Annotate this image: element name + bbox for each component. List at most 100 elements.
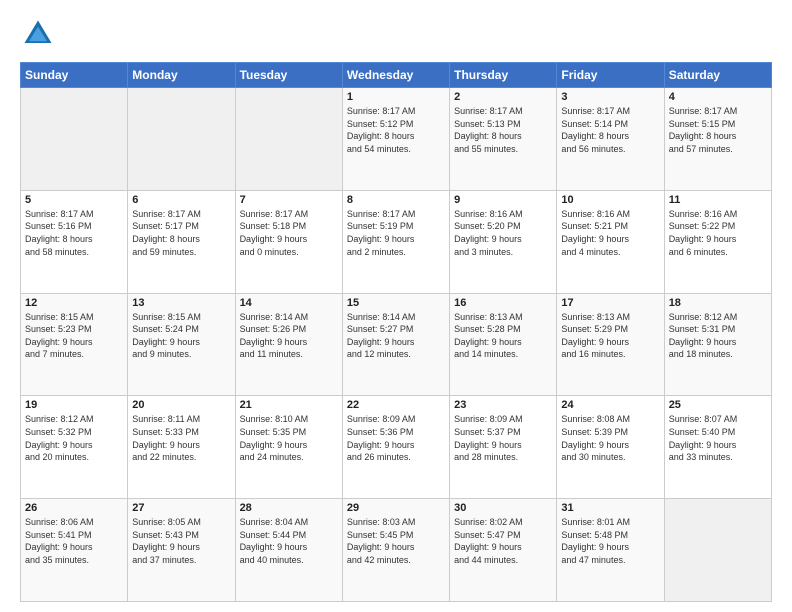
day-number: 21 xyxy=(240,399,338,411)
day-info: Sunrise: 8:05 AM Sunset: 5:43 PM Dayligh… xyxy=(132,516,230,566)
day-cell: 5 Sunrise: 8:17 AM Sunset: 5:16 PM Daylig… xyxy=(21,190,128,293)
day-number: 8 xyxy=(347,194,445,206)
day-info: Sunrise: 8:10 AM Sunset: 5:35 PM Dayligh… xyxy=(240,413,338,463)
day-cell xyxy=(128,88,235,191)
day-number: 14 xyxy=(240,297,338,309)
day-info: Sunrise: 8:13 AM Sunset: 5:28 PM Dayligh… xyxy=(454,311,552,361)
day-cell: 4 Sunrise: 8:17 AM Sunset: 5:15 PM Daylig… xyxy=(664,88,771,191)
day-info: Sunrise: 8:16 AM Sunset: 5:22 PM Dayligh… xyxy=(669,208,767,258)
day-cell xyxy=(235,88,342,191)
day-info: Sunrise: 8:08 AM Sunset: 5:39 PM Dayligh… xyxy=(561,413,659,463)
day-number: 18 xyxy=(669,297,767,309)
day-cell: 19Sunrise: 8:12 AM Sunset: 5:32 PM Dayli… xyxy=(21,396,128,499)
day-info: Sunrise: 8:07 AM Sunset: 5:40 PM Dayligh… xyxy=(669,413,767,463)
day-cell: 12 Sunrise: 8:15 AM Sunset: 5:23 PM Dayli… xyxy=(21,293,128,396)
day-number: 10 xyxy=(561,194,659,206)
day-cell: 2Sunrise: 8:17 AM Sunset: 5:13 PM Daylig… xyxy=(450,88,557,191)
day-cell: 28Sunrise: 8:04 AM Sunset: 5:44 PM Dayli… xyxy=(235,499,342,602)
week-row-5: 26 Sunrise: 8:06 AM Sunset: 5:41 PM Dayli… xyxy=(21,499,772,602)
day-cell: 14 Sunrise: 8:14 AM Sunset: 5:26 PM Dayli… xyxy=(235,293,342,396)
day-cell: 17 Sunrise: 8:13 AM Sunset: 5:29 PM Dayli… xyxy=(557,293,664,396)
day-cell: 27 Sunrise: 8:05 AM Sunset: 5:43 PM Dayli… xyxy=(128,499,235,602)
day-info: Sunrise: 8:17 AM Sunset: 5:18 PM Dayligh… xyxy=(240,208,338,258)
calendar-body: 1Sunrise: 8:17 AM Sunset: 5:12 PM Daylig… xyxy=(21,88,772,602)
day-cell: 22Sunrise: 8:09 AM Sunset: 5:36 PM Dayli… xyxy=(342,396,449,499)
day-number: 16 xyxy=(454,297,552,309)
day-cell: 9 Sunrise: 8:16 AM Sunset: 5:20 PM Daylig… xyxy=(450,190,557,293)
day-number: 29 xyxy=(347,502,445,514)
day-info: Sunrise: 8:12 AM Sunset: 5:31 PM Dayligh… xyxy=(669,311,767,361)
day-cell: 11 Sunrise: 8:16 AM Sunset: 5:22 PM Dayli… xyxy=(664,190,771,293)
day-info: Sunrise: 8:11 AM Sunset: 5:33 PM Dayligh… xyxy=(132,413,230,463)
day-info: Sunrise: 8:17 AM Sunset: 5:15 PM Dayligh… xyxy=(669,105,767,155)
day-info: Sunrise: 8:17 AM Sunset: 5:16 PM Dayligh… xyxy=(25,208,123,258)
day-info: Sunrise: 8:01 AM Sunset: 5:48 PM Dayligh… xyxy=(561,516,659,566)
day-cell: 29 Sunrise: 8:03 AM Sunset: 5:45 PM Dayli… xyxy=(342,499,449,602)
day-number: 17 xyxy=(561,297,659,309)
day-info: Sunrise: 8:14 AM Sunset: 5:27 PM Dayligh… xyxy=(347,311,445,361)
day-cell: 3Sunrise: 8:17 AM Sunset: 5:14 PM Daylig… xyxy=(557,88,664,191)
day-number: 19 xyxy=(25,399,123,411)
day-number: 30 xyxy=(454,502,552,514)
day-number: 26 xyxy=(25,502,123,514)
week-row-4: 19Sunrise: 8:12 AM Sunset: 5:32 PM Dayli… xyxy=(21,396,772,499)
day-number: 11 xyxy=(669,194,767,206)
day-cell: 30 Sunrise: 8:02 AM Sunset: 5:47 PM Dayli… xyxy=(450,499,557,602)
day-number: 28 xyxy=(240,502,338,514)
day-cell xyxy=(21,88,128,191)
day-info: Sunrise: 8:03 AM Sunset: 5:45 PM Dayligh… xyxy=(347,516,445,566)
day-cell: 25 Sunrise: 8:07 AM Sunset: 5:40 PM Dayli… xyxy=(664,396,771,499)
day-info: Sunrise: 8:02 AM Sunset: 5:47 PM Dayligh… xyxy=(454,516,552,566)
day-number: 23 xyxy=(454,399,552,411)
day-number: 25 xyxy=(669,399,767,411)
day-info: Sunrise: 8:17 AM Sunset: 5:14 PM Dayligh… xyxy=(561,105,659,155)
logo xyxy=(20,16,60,52)
day-cell: 24 Sunrise: 8:08 AM Sunset: 5:39 PM Dayli… xyxy=(557,396,664,499)
page: SundayMondayTuesdayWednesdayThursdayFrid… xyxy=(0,0,792,612)
day-number: 20 xyxy=(132,399,230,411)
day-cell: 1Sunrise: 8:17 AM Sunset: 5:12 PM Daylig… xyxy=(342,88,449,191)
day-cell: 6Sunrise: 8:17 AM Sunset: 5:17 PM Daylig… xyxy=(128,190,235,293)
day-cell: 18 Sunrise: 8:12 AM Sunset: 5:31 PM Dayli… xyxy=(664,293,771,396)
weekday-header-row: SundayMondayTuesdayWednesdayThursdayFrid… xyxy=(21,63,772,88)
day-cell: 23Sunrise: 8:09 AM Sunset: 5:37 PM Dayli… xyxy=(450,396,557,499)
day-number: 12 xyxy=(25,297,123,309)
week-row-1: 1Sunrise: 8:17 AM Sunset: 5:12 PM Daylig… xyxy=(21,88,772,191)
day-cell: 15 Sunrise: 8:14 AM Sunset: 5:27 PM Dayli… xyxy=(342,293,449,396)
day-info: Sunrise: 8:17 AM Sunset: 5:13 PM Dayligh… xyxy=(454,105,552,155)
day-number: 13 xyxy=(132,297,230,309)
header xyxy=(20,16,772,52)
weekday-tuesday: Tuesday xyxy=(235,63,342,88)
logo-icon xyxy=(20,16,56,52)
day-cell: 7 Sunrise: 8:17 AM Sunset: 5:18 PM Daylig… xyxy=(235,190,342,293)
weekday-sunday: Sunday xyxy=(21,63,128,88)
weekday-friday: Friday xyxy=(557,63,664,88)
day-number: 27 xyxy=(132,502,230,514)
day-info: Sunrise: 8:15 AM Sunset: 5:24 PM Dayligh… xyxy=(132,311,230,361)
day-number: 5 xyxy=(25,194,123,206)
day-cell: 20 Sunrise: 8:11 AM Sunset: 5:33 PM Dayli… xyxy=(128,396,235,499)
day-number: 15 xyxy=(347,297,445,309)
day-number: 22 xyxy=(347,399,445,411)
day-cell: 8 Sunrise: 8:17 AM Sunset: 5:19 PM Daylig… xyxy=(342,190,449,293)
day-cell: 10Sunrise: 8:16 AM Sunset: 5:21 PM Dayli… xyxy=(557,190,664,293)
calendar-header: SundayMondayTuesdayWednesdayThursdayFrid… xyxy=(21,63,772,88)
calendar-table: SundayMondayTuesdayWednesdayThursdayFrid… xyxy=(20,62,772,602)
day-info: Sunrise: 8:17 AM Sunset: 5:12 PM Dayligh… xyxy=(347,105,445,155)
day-number: 7 xyxy=(240,194,338,206)
day-number: 6 xyxy=(132,194,230,206)
day-cell: 13 Sunrise: 8:15 AM Sunset: 5:24 PM Dayli… xyxy=(128,293,235,396)
day-number: 24 xyxy=(561,399,659,411)
day-info: Sunrise: 8:13 AM Sunset: 5:29 PM Dayligh… xyxy=(561,311,659,361)
day-number: 9 xyxy=(454,194,552,206)
day-number: 4 xyxy=(669,91,767,103)
week-row-3: 12 Sunrise: 8:15 AM Sunset: 5:23 PM Dayli… xyxy=(21,293,772,396)
day-info: Sunrise: 8:16 AM Sunset: 5:20 PM Dayligh… xyxy=(454,208,552,258)
day-cell: 31Sunrise: 8:01 AM Sunset: 5:48 PM Dayli… xyxy=(557,499,664,602)
day-info: Sunrise: 8:14 AM Sunset: 5:26 PM Dayligh… xyxy=(240,311,338,361)
day-info: Sunrise: 8:17 AM Sunset: 5:19 PM Dayligh… xyxy=(347,208,445,258)
day-info: Sunrise: 8:15 AM Sunset: 5:23 PM Dayligh… xyxy=(25,311,123,361)
day-info: Sunrise: 8:06 AM Sunset: 5:41 PM Dayligh… xyxy=(25,516,123,566)
weekday-thursday: Thursday xyxy=(450,63,557,88)
weekday-monday: Monday xyxy=(128,63,235,88)
